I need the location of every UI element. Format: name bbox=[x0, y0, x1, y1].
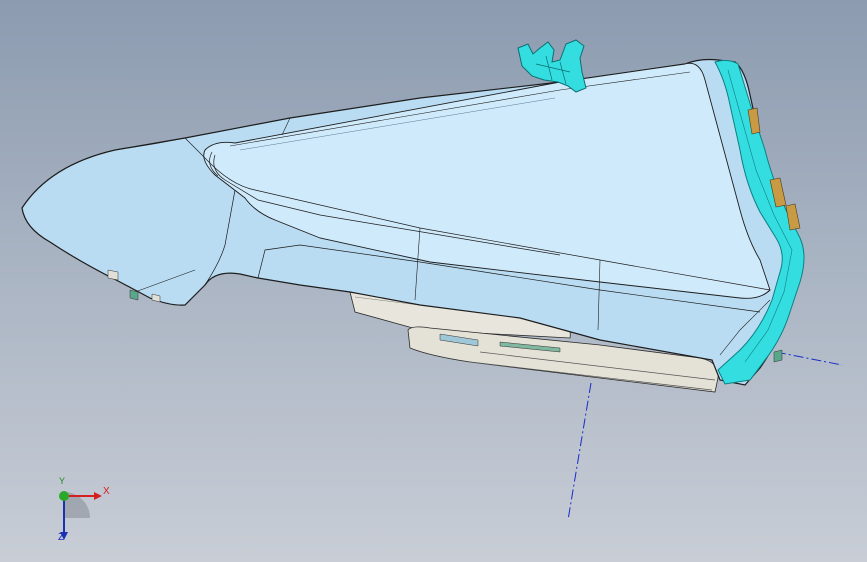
coordinate-triad: X Y Z bbox=[44, 476, 114, 550]
axis-line-vertical bbox=[567, 382, 592, 521]
y-axis-label: Y bbox=[59, 476, 66, 486]
3d-viewport[interactable]: X Y Z bbox=[0, 0, 867, 562]
cad-model-view[interactable] bbox=[0, 0, 867, 562]
z-axis-label: Z bbox=[58, 532, 65, 543]
axis-line-horizontal bbox=[775, 351, 843, 366]
x-axis-label: X bbox=[103, 486, 110, 497]
